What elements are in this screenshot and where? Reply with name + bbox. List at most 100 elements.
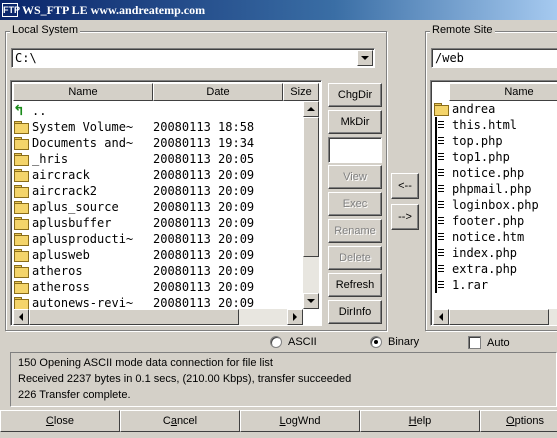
file-icon: [435, 149, 437, 165]
logwnd-label-rest: ogWnd: [285, 415, 321, 427]
local-file-list[interactable]: Name Date Size ↰ .. System Volume~ 200801…: [10, 80, 322, 326]
local-horizontal-scrollbar[interactable]: [13, 309, 303, 325]
arrow-left-icon: [19, 313, 23, 321]
remote-row-name: phpmail.php: [452, 182, 532, 196]
dirinfo-button[interactable]: DirInfo: [328, 300, 382, 324]
chgdir-button[interactable]: ChgDir: [328, 83, 382, 107]
file-icon: [435, 117, 437, 133]
remote-column-name[interactable]: Name: [449, 83, 557, 101]
title-bar[interactable]: FTP WS_FTP LE www.andreatemp.com: [0, 0, 557, 20]
remote-row-name: top1.php: [452, 150, 510, 164]
options-accel: O: [506, 415, 515, 427]
local-row-name: Documents and~: [32, 136, 134, 150]
help-accel: H: [408, 415, 417, 427]
local-row-name: aplusbuffer: [32, 216, 112, 230]
file-icon: [435, 165, 437, 181]
remote-row-name: top.php: [452, 134, 503, 148]
local-row-date: 20080113 20:05: [153, 152, 255, 166]
options-button[interactable]: Options: [480, 410, 557, 432]
checkbox-icon: [468, 336, 481, 349]
radio-selected-icon: [370, 336, 382, 348]
remote-path-value: /web: [435, 51, 464, 65]
local-row-name: ..: [32, 104, 47, 118]
refresh-button[interactable]: Refresh: [328, 273, 382, 297]
remote-scroll-left-button[interactable]: [433, 309, 449, 325]
log-line: 150 Opening ASCII mode data connection f…: [18, 357, 273, 369]
local-row-name: aplusweb: [32, 248, 90, 262]
logwnd-button[interactable]: LogWnd: [240, 410, 360, 432]
local-path-dropdown-button[interactable]: [357, 50, 373, 66]
file-icon: [435, 197, 437, 213]
cancel-label-start: C: [162, 415, 171, 427]
remote-file-list[interactable]: Name andrea this.html top.php top1.php notic…: [430, 80, 557, 326]
close-accel: C: [45, 415, 54, 427]
status-log[interactable]: 150 Opening ASCII mode data connection f…: [10, 352, 557, 407]
local-row-name: System Volume~: [32, 120, 134, 134]
auto-checkbox[interactable]: Auto: [468, 336, 510, 349]
local-row-date: 20080113 19:34: [153, 136, 255, 150]
rename-button[interactable]: Rename: [328, 219, 382, 243]
local-scroll-right-button[interactable]: [287, 309, 303, 325]
ascii-radio[interactable]: ASCII: [270, 336, 317, 348]
options-label-rest: ptions: [514, 415, 544, 427]
remote-horizontal-scrollbar[interactable]: [433, 309, 557, 325]
file-icon: [435, 277, 437, 293]
download-button[interactable]: <--: [391, 173, 419, 199]
local-row-date: 20080113 20:09: [153, 232, 255, 246]
help-label-rest: elp: [416, 415, 432, 427]
local-scroll-down-button[interactable]: [303, 293, 319, 309]
remote-row-name: loginbox.php: [452, 198, 539, 212]
window-title: WS_FTP LE www.andreatemp.com: [22, 3, 206, 17]
help-button[interactable]: Help: [360, 410, 480, 432]
remote-row-name: andrea: [452, 102, 496, 116]
local-scroll-up-button[interactable]: [303, 101, 319, 117]
arrow-up-icon: [307, 107, 315, 111]
local-scroll-left-button[interactable]: [13, 309, 29, 325]
local-row-name: aplus_source: [32, 200, 119, 214]
local-row-date: 20080113 20:09: [153, 264, 255, 278]
local-row-name: atheross: [32, 280, 90, 294]
local-row-date: 20080113 20:09: [153, 280, 255, 294]
file-icon: [435, 245, 437, 261]
exec-button[interactable]: Exec: [328, 192, 382, 216]
file-icon: [435, 229, 437, 245]
binary-radio[interactable]: Binary: [370, 336, 419, 348]
local-filter-input[interactable]: [328, 137, 382, 163]
local-row-name: aircrack: [32, 168, 90, 182]
remote-row-name: footer.php: [452, 214, 525, 228]
remote-path-combo[interactable]: /web: [431, 48, 557, 68]
close-button[interactable]: Close: [0, 410, 120, 432]
local-column-date[interactable]: Date: [153, 83, 283, 101]
local-row-date: 20080113 20:09: [153, 200, 255, 214]
radio-circle-icon: [270, 336, 282, 348]
local-system-label: Local System: [10, 24, 81, 36]
remote-horizontal-scroll-thumb[interactable]: [449, 309, 549, 325]
local-row-name: aircrack2: [32, 184, 98, 198]
remote-row-name: notice.htm: [452, 230, 525, 244]
remote-row-name: this.html: [452, 118, 518, 132]
mkdir-button[interactable]: MkDir: [328, 110, 382, 134]
ascii-radio-label: ASCII: [288, 336, 317, 348]
auto-checkbox-label: Auto: [487, 336, 510, 349]
binary-radio-label: Binary: [388, 336, 420, 348]
local-horizontal-scroll-thumb[interactable]: [29, 309, 239, 325]
upload-button[interactable]: -->: [391, 204, 419, 230]
remote-row-name: extra.php: [452, 262, 518, 276]
local-row-name: atheros: [32, 264, 83, 278]
local-vertical-scrollbar[interactable]: [303, 101, 319, 309]
close-label-rest: lose: [53, 415, 75, 427]
local-column-size[interactable]: Size: [283, 83, 319, 101]
cancel-button[interactable]: Cancel: [120, 410, 240, 432]
view-button[interactable]: View: [328, 165, 382, 189]
local-column-name[interactable]: Name: [13, 83, 153, 101]
remote-row-name: notice.php: [452, 166, 525, 180]
arrow-down-icon: [307, 299, 315, 303]
log-line: Received 2237 bytes in 0.1 secs, (210.00…: [18, 373, 352, 385]
delete-button[interactable]: Delete: [328, 246, 382, 270]
local-path-combo[interactable]: C:\: [11, 48, 375, 68]
log-line: 226 Transfer complete.: [18, 389, 131, 401]
local-vertical-scroll-thumb[interactable]: [303, 117, 319, 257]
up-directory-icon: ↰: [13, 103, 25, 119]
chevron-down-icon: [361, 56, 369, 60]
ftp-app-icon: FTP: [2, 3, 20, 17]
